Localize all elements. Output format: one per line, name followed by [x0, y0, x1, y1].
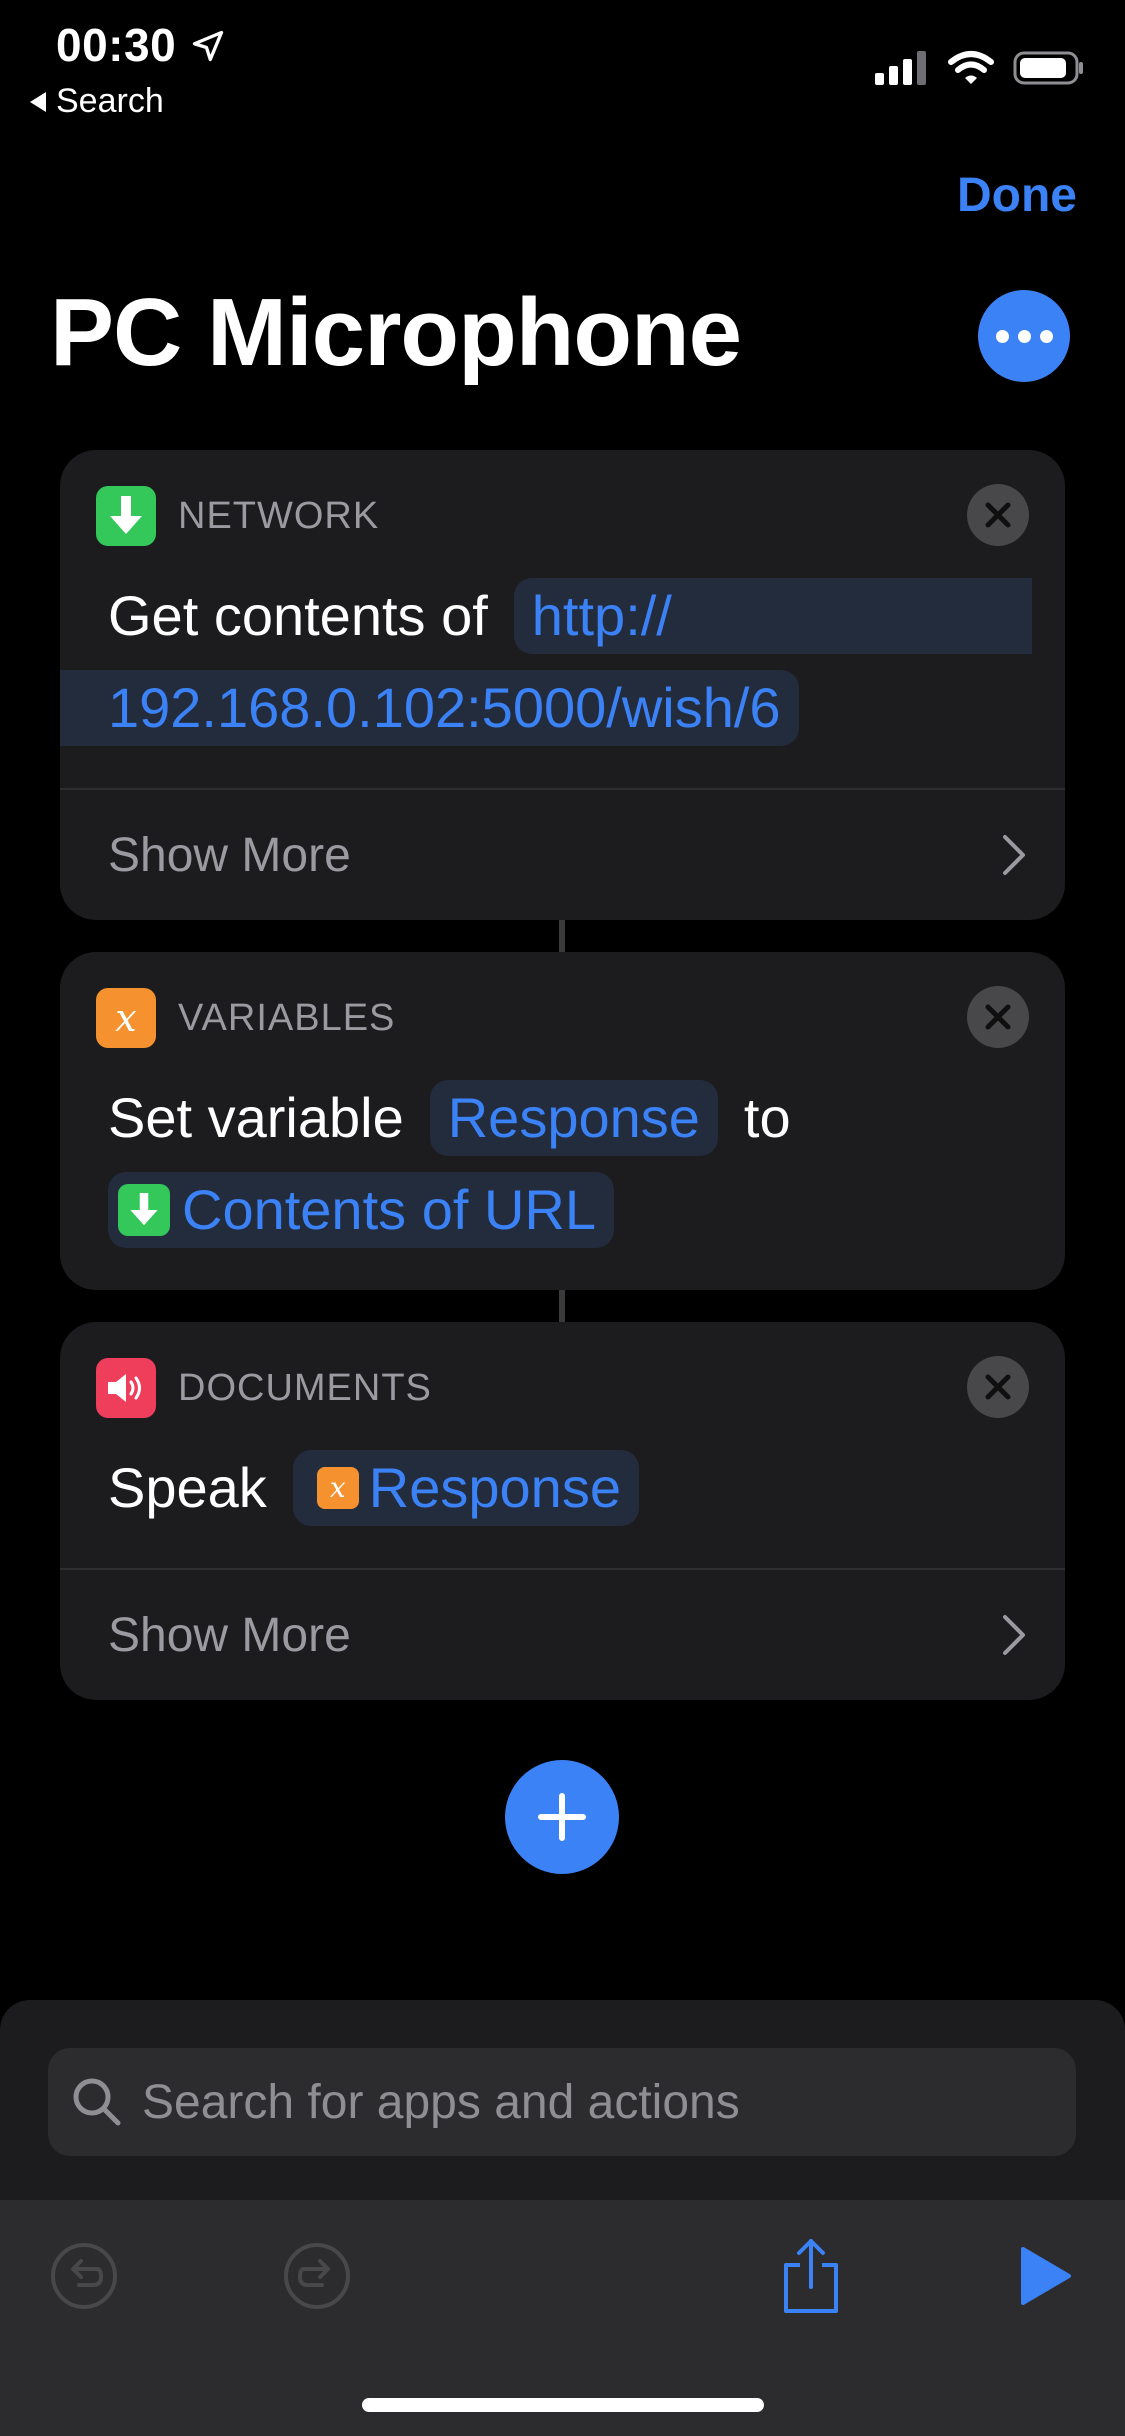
- variable-x-icon: x: [96, 988, 156, 1048]
- close-icon: [985, 502, 1011, 528]
- category-label: DOCUMENTS: [178, 1366, 432, 1409]
- action-text: Set variable: [108, 1086, 404, 1149]
- magic-variable-token[interactable]: Contents of URL: [108, 1172, 614, 1248]
- remove-action-button[interactable]: [967, 484, 1029, 546]
- run-button[interactable]: [1005, 2236, 1085, 2316]
- connector-line: [559, 1290, 565, 1322]
- search-input[interactable]: [142, 2074, 1042, 2130]
- share-button[interactable]: [771, 2236, 851, 2316]
- speaker-icon: [96, 1358, 156, 1418]
- back-label: Search: [56, 82, 164, 120]
- close-icon: [985, 1004, 1011, 1030]
- show-more-label: Show More: [108, 1608, 351, 1662]
- action-text: to: [743, 1086, 791, 1149]
- url-token[interactable]: http://: [513, 578, 1032, 654]
- card-header: DOCUMENTS: [96, 1358, 432, 1418]
- chevron-right-icon: [1003, 835, 1025, 875]
- show-more-button[interactable]: Show More: [108, 790, 1029, 920]
- action-search-panel: [0, 2000, 1125, 2436]
- undo-icon: [51, 2243, 117, 2309]
- token-label: Contents of URL: [182, 1178, 596, 1241]
- url-token[interactable]: 192.168.0.102:5000/wish/6: [60, 670, 799, 746]
- chevron-right-icon: [1003, 1615, 1025, 1655]
- redo-icon: [284, 2243, 350, 2309]
- status-bar: 00:30 Search: [0, 0, 1125, 130]
- action-text: Get contents of: [108, 584, 488, 647]
- location-arrow-icon: [192, 30, 224, 62]
- search-field[interactable]: [48, 2048, 1076, 2156]
- ellipsis-dot-icon: [995, 329, 1009, 343]
- back-triangle-icon: [30, 91, 46, 112]
- show-more-button[interactable]: Show More: [108, 1570, 1029, 1700]
- connector-line: [559, 920, 565, 952]
- show-more-label: Show More: [108, 828, 351, 882]
- download-arrow-icon: [96, 486, 156, 546]
- undo-button[interactable]: [44, 2236, 124, 2316]
- category-label: NETWORK: [178, 494, 380, 537]
- status-indicators: [875, 50, 1085, 86]
- variable-name-token[interactable]: Response: [429, 1080, 718, 1156]
- play-icon: [1021, 2247, 1071, 2305]
- add-action-button[interactable]: [505, 1760, 619, 1874]
- wifi-icon: [948, 51, 994, 84]
- share-icon: [784, 2239, 838, 2313]
- action-card-documents[interactable]: DOCUMENTS Speak x Response Show More: [60, 1322, 1065, 1700]
- action-body: Set variable Response to Contents of URL: [108, 1072, 1065, 1256]
- category-label: VARIABLES: [178, 996, 396, 1039]
- card-header: x VARIABLES: [96, 988, 395, 1048]
- status-time: 00:30: [56, 19, 177, 71]
- close-icon: [985, 1374, 1011, 1400]
- action-body: Get contents of http:// 192.168.0.102:50…: [60, 570, 1065, 754]
- download-arrow-icon: [118, 1184, 170, 1236]
- action-card-network[interactable]: NETWORK Get contents of http:// 192.168.…: [60, 450, 1065, 920]
- action-body: Speak x Response: [108, 1442, 1065, 1534]
- variable-x-icon: x: [316, 1467, 359, 1509]
- magic-variable-token[interactable]: x Response: [292, 1450, 639, 1526]
- token-label: Response: [368, 1456, 621, 1519]
- home-indicator[interactable]: [362, 2398, 764, 2412]
- page-title: PC Microphone: [50, 279, 742, 386]
- search-icon: [73, 2078, 121, 2126]
- back-to-search[interactable]: Search: [30, 82, 164, 121]
- more-options-button[interactable]: [978, 290, 1070, 382]
- battery-icon: [1013, 51, 1083, 85]
- action-text: Speak: [108, 1456, 267, 1519]
- remove-action-button[interactable]: [967, 1356, 1029, 1418]
- card-header: NETWORK: [96, 486, 379, 546]
- cellular-signal-icon: [875, 51, 926, 85]
- done-button[interactable]: Done: [957, 168, 1077, 223]
- ellipsis-dot-icon: [1039, 329, 1053, 343]
- action-card-variables[interactable]: x VARIABLES Set variable Response to Con…: [60, 952, 1065, 1290]
- redo-button[interactable]: [277, 2236, 357, 2316]
- remove-action-button[interactable]: [967, 986, 1029, 1048]
- ellipsis-dot-icon: [1017, 329, 1031, 343]
- plus-icon: [538, 1793, 586, 1841]
